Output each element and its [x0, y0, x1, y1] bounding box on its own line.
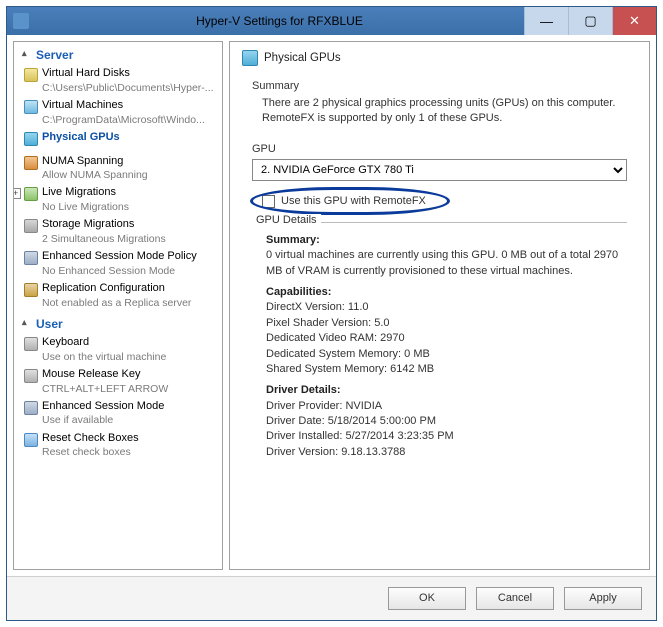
body: Server Virtual Hard Disks C:\Users\Publi… [7, 35, 656, 576]
footer: OK Cancel Apply [7, 576, 656, 620]
nav-item-enhanced-session[interactable]: Enhanced Session Mode Use if available [14, 399, 222, 431]
content-title: Physical GPUs [264, 52, 341, 64]
cap-line: Shared System Memory: 6142 MB [266, 363, 434, 375]
details-cap-head: Capabilities: [266, 285, 623, 300]
session-icon [24, 251, 38, 265]
nav-label: Virtual Hard Disks [42, 67, 130, 79]
ok-button[interactable]: OK [388, 587, 466, 610]
nav-item-vhd[interactable]: Virtual Hard Disks C:\Users\Public\Docum… [14, 66, 222, 98]
nav-item-reset-checkboxes[interactable]: Reset Check Boxes Reset check boxes [14, 431, 222, 463]
gpu-icon [242, 50, 258, 66]
content-panel: Physical GPUs Summary There are 2 physic… [229, 41, 650, 570]
drive-icon [24, 68, 38, 82]
window-controls: — ▢ ✕ [524, 7, 656, 35]
details-drv-head: Driver Details: [266, 383, 623, 398]
nav-sub: No Enhanced Session Mode [42, 265, 218, 278]
nav-item-keyboard[interactable]: Keyboard Use on the virtual machine [14, 335, 222, 367]
nav-tree[interactable]: Server Virtual Hard Disks C:\Users\Publi… [13, 41, 223, 570]
migration-icon [24, 187, 38, 201]
nav-sub: C:\Users\Public\Documents\Hyper-... [42, 82, 218, 95]
storage-icon [24, 219, 38, 233]
cap-line: DirectX Version: 11.0 [266, 301, 369, 313]
gpu-label: GPU [252, 143, 637, 155]
nav-sub: Not enabled as a Replica server [42, 297, 218, 310]
details-summary-body: 0 virtual machines are currently using t… [266, 249, 618, 276]
nav-sub: Reset check boxes [42, 446, 218, 459]
reset-icon [24, 433, 38, 447]
nav-section-user[interactable]: User [14, 313, 222, 335]
apply-button[interactable]: Apply [564, 587, 642, 610]
details-summary-head: Summary: [266, 233, 623, 248]
nav-label: Enhanced Session Mode Policy [42, 250, 197, 262]
replication-icon [24, 283, 38, 297]
nav-item-physical-gpus[interactable]: Physical GPUs [14, 130, 222, 148]
nav-sub: Allow NUMA Spanning [42, 169, 218, 182]
summary-text: There are 2 physical graphics processing… [262, 96, 637, 127]
nav-label: Storage Migrations [42, 218, 134, 230]
window-title: Hyper-V Settings for RFXBLUE [35, 14, 524, 28]
summary-label: Summary [252, 80, 637, 92]
nav-label: NUMA Spanning [42, 155, 123, 167]
nav-item-mouse-release[interactable]: Mouse Release Key CTRL+ALT+LEFT ARROW [14, 367, 222, 399]
nav-label: Replication Configuration [42, 282, 165, 294]
gpu-details-legend: GPU Details [252, 214, 321, 226]
nav-label: Mouse Release Key [42, 368, 140, 380]
minimize-button[interactable]: — [524, 7, 568, 35]
nav-item-vm[interactable]: Virtual Machines C:\ProgramData\Microsof… [14, 98, 222, 130]
cap-line: Dedicated Video RAM: 2970 [266, 332, 405, 344]
nav-label: Keyboard [42, 336, 89, 348]
nav-sub: CTRL+ALT+LEFT ARROW [42, 383, 218, 396]
mouse-icon [24, 369, 38, 383]
settings-window: Hyper-V Settings for RFXBLUE — ▢ ✕ Serve… [6, 6, 657, 621]
cancel-button[interactable]: Cancel [476, 587, 554, 610]
vm-icon [24, 100, 38, 114]
drv-line: Driver Date: 5/18/2014 5:00:00 PM [266, 415, 436, 427]
gpu-select[interactable]: 2. NVIDIA GeForce GTX 780 Ti [252, 159, 627, 181]
nav-item-numa[interactable]: NUMA Spanning Allow NUMA Spanning [14, 154, 222, 186]
nav-label: Virtual Machines [42, 99, 123, 111]
nav-section-server[interactable]: Server [14, 44, 222, 66]
maximize-button[interactable]: ▢ [568, 7, 612, 35]
nav-sub: C:\ProgramData\Microsoft\Windo... [42, 114, 218, 127]
nav-item-storage-migrations[interactable]: Storage Migrations 2 Simultaneous Migrat… [14, 217, 222, 249]
content-header: Physical GPUs [242, 50, 637, 66]
nav-label: Live Migrations [42, 186, 116, 198]
numa-icon [24, 156, 38, 170]
close-button[interactable]: ✕ [612, 7, 656, 35]
nav-label: Physical GPUs [42, 131, 120, 143]
nav-sub: Use on the virtual machine [42, 351, 218, 364]
nav-item-session-policy[interactable]: Enhanced Session Mode Policy No Enhanced… [14, 249, 222, 281]
gpu-details-group: GPU Details Summary: 0 virtual machines … [252, 222, 627, 464]
nav-item-live-migrations[interactable]: + Live Migrations No Live Migrations [14, 185, 222, 217]
session-icon [24, 401, 38, 415]
gpu-details-body: Summary: 0 virtual machines are currentl… [266, 233, 623, 460]
nav-item-replication[interactable]: Replication Configuration Not enabled as… [14, 281, 222, 313]
drv-line: Driver Version: 9.18.13.3788 [266, 446, 405, 458]
drv-line: Driver Installed: 5/27/2014 3:23:35 PM [266, 430, 454, 442]
keyboard-icon [24, 337, 38, 351]
nav-label: Reset Check Boxes [42, 432, 139, 444]
cap-line: Pixel Shader Version: 5.0 [266, 317, 390, 329]
remotefx-checkbox[interactable] [262, 195, 275, 208]
drv-line: Driver Provider: NVIDIA [266, 400, 382, 412]
nav-sub: 2 Simultaneous Migrations [42, 233, 218, 246]
remotefx-checkbox-row[interactable]: Use this GPU with RemoteFX [256, 191, 627, 212]
nav-sub: No Live Migrations [42, 201, 218, 214]
remotefx-checkbox-label: Use this GPU with RemoteFX [281, 195, 426, 207]
app-icon [13, 13, 29, 29]
nav-label: Enhanced Session Mode [42, 400, 164, 412]
expand-icon[interactable]: + [13, 188, 21, 199]
cap-line: Dedicated System Memory: 0 MB [266, 348, 430, 360]
nav-sub: Use if available [42, 414, 218, 427]
titlebar: Hyper-V Settings for RFXBLUE — ▢ ✕ [7, 7, 656, 35]
gpu-icon [24, 132, 38, 146]
